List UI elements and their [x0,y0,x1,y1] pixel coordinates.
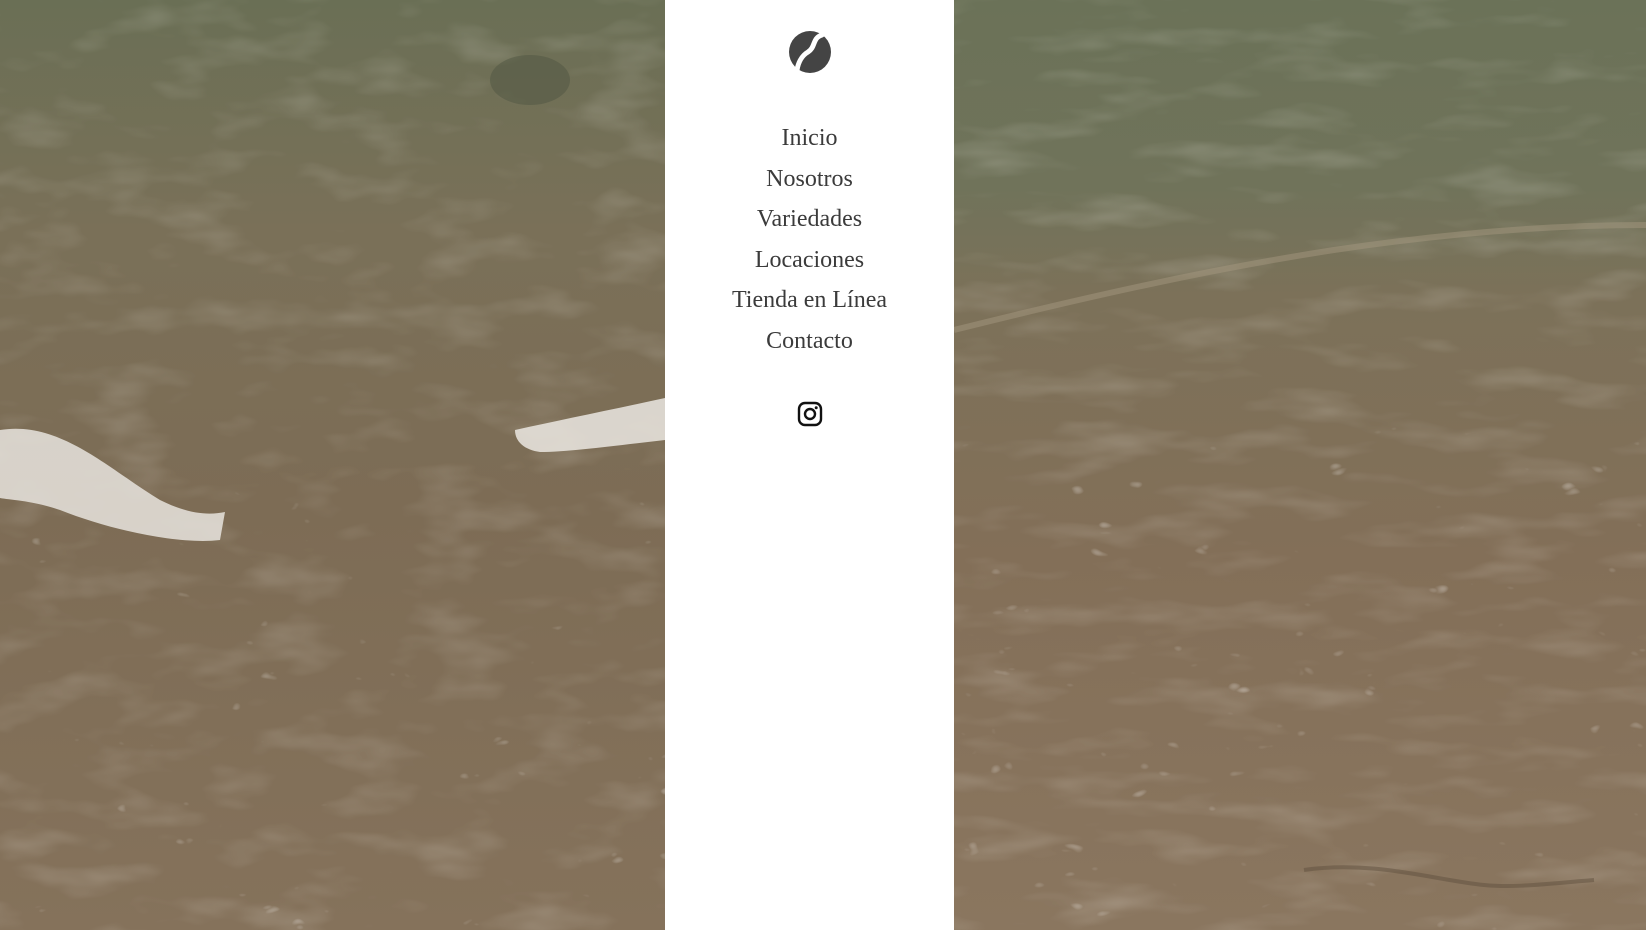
instagram-icon[interactable] [797,401,823,427]
coffee-bean-icon[interactable] [788,30,832,74]
nav-item-variedades: Variedades [665,199,954,240]
background-video-right [954,0,1646,930]
beach-image-left [0,0,665,930]
nav-item-inicio: Inicio [665,118,954,159]
nav-link-locaciones[interactable]: Locaciones [755,247,864,273]
nav-item-nosotros: Nosotros [665,159,954,200]
nav-link-variedades[interactable]: Variedades [757,206,862,232]
nav-item-locaciones: Locaciones [665,240,954,281]
nav-link-tienda-en-linea[interactable]: Tienda en Línea [732,287,887,313]
beach-image-right [954,0,1646,930]
main-nav: Inicio Nosotros Variedades Locaciones Ti… [665,118,954,361]
page: Inicio Nosotros Variedades Locaciones Ti… [0,0,1646,930]
nav-link-nosotros[interactable]: Nosotros [766,166,853,192]
background-video-left [0,0,665,930]
nav-link-contacto[interactable]: Contacto [766,328,853,354]
nav-link-inicio[interactable]: Inicio [782,125,838,151]
nav-item-tienda: Tienda en Línea [665,280,954,321]
nav-item-contacto: Contacto [665,321,954,362]
menu-panel: Inicio Nosotros Variedades Locaciones Ti… [665,0,954,930]
